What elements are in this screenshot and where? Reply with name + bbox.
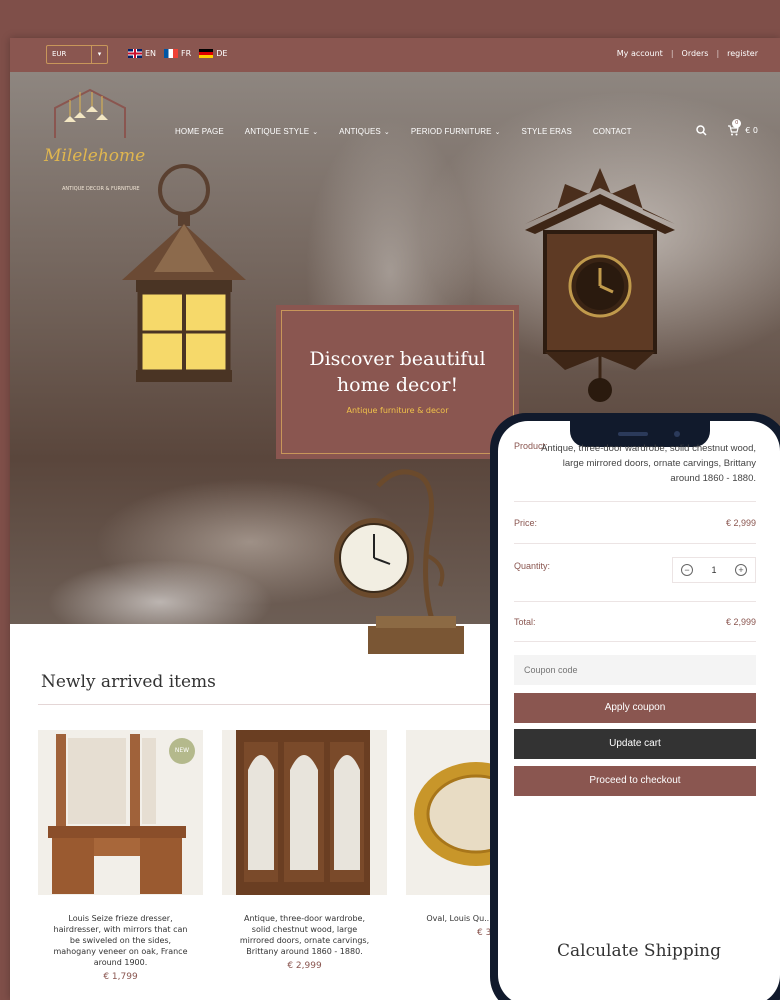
divider <box>514 601 756 602</box>
hero-promo-box: Discover beautiful home decor! Antique f… <box>276 305 519 459</box>
hero-title-line1: Discover beautiful <box>309 348 486 370</box>
minus-icon[interactable]: − <box>681 564 693 576</box>
product-price: € 1,799 <box>103 972 138 982</box>
currency-value: EUR <box>52 50 67 58</box>
plus-icon[interactable]: + <box>734 564 747 576</box>
cart-total: € 0 <box>745 126 758 135</box>
nav-home[interactable]: HOME PAGE <box>175 127 224 136</box>
chevron-down-icon: ⌄ <box>383 128 390 136</box>
table-clock-image <box>334 469 464 654</box>
germany-flag-icon <box>199 49 214 58</box>
wardrobe-image <box>222 730 387 895</box>
total-value: € 2,999 <box>725 617 756 627</box>
hero-title: Discover beautiful home decor! <box>282 346 513 398</box>
nav-period-furniture[interactable]: PERIOD FURNITURE ⌄ <box>411 127 501 136</box>
total-label: Total: <box>514 617 536 627</box>
product-value: Antique, three-door wardrobe, solid ches… <box>541 443 756 484</box>
orders-link[interactable]: Orders <box>682 49 709 58</box>
nav-contact[interactable]: CONTACT <box>593 127 632 136</box>
price-label: Price: <box>514 518 538 528</box>
camera-icon <box>674 431 680 437</box>
divider: | <box>670 49 674 58</box>
search-icon[interactable] <box>696 125 707 136</box>
lang-fr-label: FR <box>181 49 192 58</box>
lang-en-label: EN <box>145 49 157 58</box>
lang-de[interactable]: DE <box>199 49 227 58</box>
cart-total-row: Total: € 2,999 <box>514 617 756 627</box>
cart-quantity-row: Quantity: − 1 + <box>514 557 756 583</box>
lantern-image <box>122 164 246 382</box>
lang-en[interactable]: EN <box>128 49 156 58</box>
product-name[interactable]: Antique, three-door wardrobe, solid ches… <box>222 913 387 957</box>
lamps-logo-icon <box>54 88 126 138</box>
nav-antique-style-label: ANTIQUE STYLE <box>244 127 310 136</box>
shipping-title: Calculate Shipping <box>557 941 721 961</box>
account-links: My account | Orders | register <box>617 49 758 58</box>
section-divider <box>38 704 508 705</box>
chevron-down-icon: ▾ <box>91 46 107 63</box>
my-account-link[interactable]: My account <box>617 49 663 58</box>
cart-price-row: Price: € 2,999 <box>514 518 756 528</box>
price-value: € 2,999 <box>725 518 756 528</box>
phone-mockup: Product: Antique, three-door wardrobe, s… <box>490 413 780 1000</box>
lang-fr[interactable]: FR <box>164 49 191 58</box>
speaker-icon <box>618 432 648 436</box>
main-nav: HOME PAGE ANTIQUE STYLE ⌄ ANTIQUES ⌄ PER… <box>175 127 632 136</box>
nav-style-eras[interactable]: STYLE ERAS <box>522 127 572 136</box>
top-bar: EUR ▾ EN FR DE My account | Orders | reg… <box>10 38 780 72</box>
nav-antiques[interactable]: ANTIQUES ⌄ <box>339 127 390 136</box>
language-switcher: EN FR DE <box>128 49 227 58</box>
product-card[interactable]: NEW Louis Seize frieze dresser, hairdres… <box>38 730 203 982</box>
hero-title-line2: home decor! <box>336 374 459 396</box>
product-card[interactable]: Antique, three-door wardrobe, solid ches… <box>222 730 387 971</box>
nav-style-eras-label: STYLE ERAS <box>521 127 572 136</box>
divider <box>514 543 756 544</box>
chevron-down-icon: ⌄ <box>494 128 501 136</box>
product-photo[interactable] <box>222 730 387 895</box>
hero-subtitle: Antique furniture & decor <box>346 406 449 415</box>
coupon-input[interactable] <box>514 655 756 685</box>
new-badge: NEW <box>169 738 195 764</box>
nav-tools: 0 € 0 <box>696 119 758 136</box>
quantity-label: Quantity: <box>514 561 551 571</box>
section-title: Newly arrived items <box>41 672 216 692</box>
cart-button[interactable]: 0 € 0 <box>727 119 758 136</box>
divider <box>514 641 756 642</box>
product-photo[interactable]: NEW <box>38 730 203 895</box>
lang-de-label: DE <box>216 49 228 58</box>
uk-flag-icon <box>128 49 142 58</box>
nav-home-label: HOME PAGE <box>175 127 224 136</box>
quantity-stepper[interactable]: − 1 + <box>672 557 756 583</box>
checkout-button[interactable]: Proceed to checkout <box>514 766 756 796</box>
nav-contact-label: CONTACT <box>592 127 632 136</box>
cuckoo-clock-image <box>525 168 675 402</box>
france-flag-icon <box>164 49 179 58</box>
register-link[interactable]: register <box>727 49 758 58</box>
product-name[interactable]: Louis Seize frieze dresser, hairdresser,… <box>38 913 203 968</box>
divider <box>514 501 756 502</box>
phone-screen: Product: Antique, three-door wardrobe, s… <box>498 421 780 1000</box>
quantity-value[interactable]: 1 <box>711 565 716 575</box>
apply-coupon-button[interactable]: Apply coupon <box>514 693 756 723</box>
nav-period-furniture-label: PERIOD FURNITURE <box>410 127 492 136</box>
nav-antique-style[interactable]: ANTIQUE STYLE ⌄ <box>245 127 318 136</box>
currency-select[interactable]: EUR ▾ <box>46 45 108 64</box>
cart-count-badge: 0 <box>732 119 742 128</box>
update-cart-button[interactable]: Update cart <box>514 729 756 759</box>
nav-antiques-label: ANTIQUES <box>339 127 381 136</box>
divider: | <box>716 49 720 58</box>
product-price: € 2,999 <box>287 961 322 971</box>
chevron-down-icon: ⌄ <box>312 128 319 136</box>
